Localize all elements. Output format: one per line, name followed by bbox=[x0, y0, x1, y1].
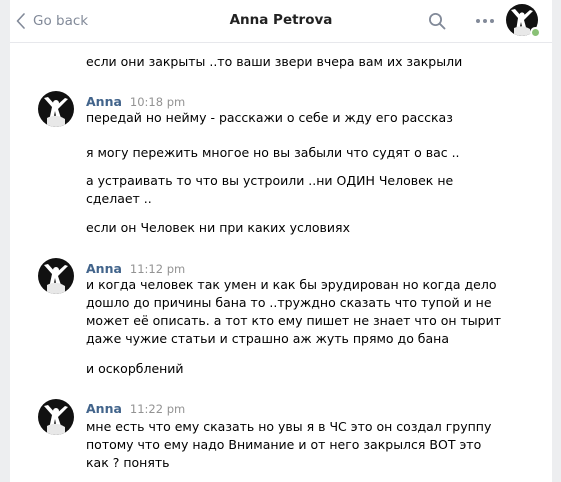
chat-window: Go back Anna Petrova если они закрыты ..… bbox=[10, 0, 552, 482]
online-indicator bbox=[530, 27, 541, 38]
message-text: потому что ему надо Внимание и от него з… bbox=[86, 437, 482, 452]
avatar-icon[interactable] bbox=[38, 258, 74, 294]
message-text: как ? понять bbox=[86, 455, 170, 470]
message-text: я могу пережить многое но вы забыли что … bbox=[86, 145, 460, 160]
more-icon[interactable] bbox=[474, 14, 496, 28]
message-text: даже чужие статьи и страшно аж жуть прям… bbox=[86, 331, 450, 346]
search-icon[interactable] bbox=[428, 12, 446, 30]
message-text: и когда человек так умен и как бы эрудир… bbox=[86, 277, 497, 292]
page-title: Anna Petrova bbox=[229, 12, 333, 28]
message-author-row: Anna 11:22 pm bbox=[86, 401, 185, 417]
message-time: 11:22 pm bbox=[129, 402, 186, 416]
author-name[interactable]: Anna bbox=[86, 261, 122, 276]
message-text: передай но нейму - расскажи о себе и жду… bbox=[86, 110, 453, 125]
message-text: может её описать. а тот кто ему пишет не… bbox=[86, 313, 501, 328]
chat-header: Go back Anna Petrova bbox=[10, 0, 552, 43]
avatar-icon[interactable] bbox=[38, 399, 74, 435]
message-text: мне есть что ему сказать но увы я в ЧС э… bbox=[86, 419, 492, 434]
message-time: 10:18 pm bbox=[129, 95, 186, 109]
message-time: 11:12 pm bbox=[129, 262, 186, 276]
message-text: дошло до причины бана то ..труждно сказа… bbox=[86, 295, 492, 310]
message-history: если они закрыты ..то ваши звери вчера в… bbox=[10, 43, 552, 482]
message-text: если они закрыты ..то ваши звери вчера в… bbox=[86, 54, 463, 69]
author-name[interactable]: Anna bbox=[86, 94, 122, 109]
message-text: и оскорблений bbox=[86, 361, 184, 376]
message-text: а устраивать то что вы устроили ..ни ОДИ… bbox=[86, 173, 454, 188]
message-text: сделает .. bbox=[86, 191, 152, 206]
author-name[interactable]: Anna bbox=[86, 401, 122, 416]
avatar-icon[interactable] bbox=[38, 91, 74, 127]
message-text: если он Человек ни при каких условиях bbox=[86, 220, 350, 235]
